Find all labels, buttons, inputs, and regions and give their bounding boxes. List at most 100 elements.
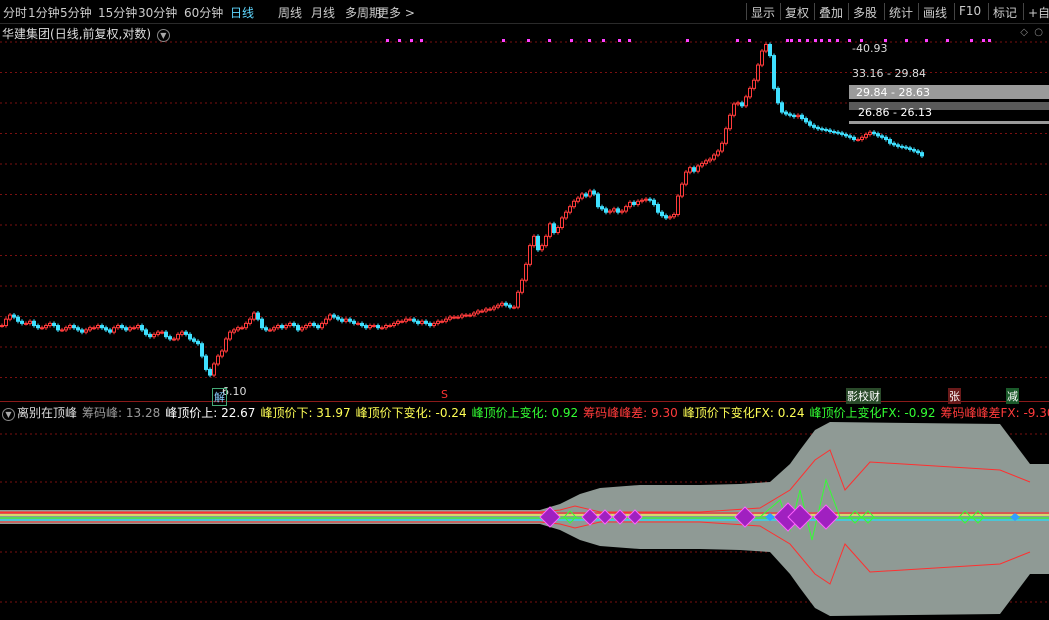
signal-dot <box>905 39 908 42</box>
candle <box>8 312 12 322</box>
signal-dot <box>982 39 985 42</box>
candle <box>820 126 824 132</box>
period-toolbar: 分时 1分钟 5分钟 15分钟 30分钟 60分钟 日线 周线 月线 多周期 更多 > 显示 复权 叠加多… <box>0 0 1049 24</box>
candle <box>284 323 288 330</box>
candle <box>192 336 196 344</box>
signal-dot <box>686 39 689 42</box>
candle <box>568 204 572 215</box>
candle <box>520 278 524 295</box>
toolbar-separator <box>814 3 815 20</box>
candle <box>152 332 156 339</box>
timeframe-8[interactable]: 月线 <box>311 4 335 21</box>
indicator-value-1: 峰顶价上: 22.67 <box>165 406 256 420</box>
candle <box>428 321 432 328</box>
candle <box>232 327 236 335</box>
candle <box>244 321 248 330</box>
candle <box>224 336 228 354</box>
timeframe-0[interactable]: 分时 <box>3 4 27 21</box>
tool-6[interactable]: F10 <box>959 4 981 18</box>
candle <box>308 321 312 328</box>
candle <box>612 206 616 214</box>
toolbar-separator <box>848 3 849 20</box>
candle <box>764 42 768 54</box>
pane-divider[interactable] <box>0 401 1049 402</box>
candle <box>128 325 132 333</box>
candle <box>60 327 64 333</box>
candle <box>916 148 920 155</box>
timeframe-3[interactable]: 15分钟 <box>98 4 137 21</box>
candle <box>32 319 36 328</box>
candle <box>240 325 244 330</box>
candle <box>156 330 160 337</box>
signal-dot <box>527 39 530 42</box>
candle <box>552 221 556 235</box>
tool-1[interactable]: 复权 <box>785 4 809 21</box>
signal-dot <box>602 39 605 42</box>
tool-7[interactable]: 标记 <box>993 4 1017 21</box>
candle <box>516 290 520 310</box>
candle <box>28 319 32 326</box>
candle <box>888 137 892 146</box>
timeframe-7[interactable]: 周线 <box>278 4 302 21</box>
candle <box>80 327 84 335</box>
candle <box>736 100 740 107</box>
timeframe-4[interactable]: 30分钟 <box>138 4 177 21</box>
candle <box>804 116 808 124</box>
timeframe-10[interactable]: 更多 > <box>377 4 415 21</box>
candle <box>52 321 56 328</box>
tag-jian[interactable]: 减 <box>1006 388 1019 404</box>
candle <box>68 323 72 330</box>
candle <box>596 191 600 209</box>
candle <box>376 323 380 330</box>
candle <box>64 325 68 333</box>
candle <box>560 215 564 230</box>
indicator-chart[interactable] <box>0 420 1049 620</box>
tool-0[interactable]: 显示 <box>751 4 775 21</box>
candle <box>712 152 716 162</box>
timeframe-9[interactable]: 多周期 <box>345 4 381 21</box>
candle <box>880 133 884 140</box>
tag-jie[interactable]: 解 <box>212 388 227 406</box>
tool-2[interactable]: 叠加 <box>819 4 843 21</box>
timeframe-6[interactable]: 日线 <box>230 4 254 21</box>
candle <box>680 182 684 199</box>
candle <box>140 323 144 333</box>
tool-3[interactable]: 多股 <box>853 4 877 21</box>
candle <box>904 145 908 151</box>
candle <box>780 100 784 115</box>
tag-zhang[interactable]: 张 <box>948 388 961 404</box>
candle <box>204 354 208 372</box>
price-chart[interactable]: -40.936.1033.16 - 29.8429.84 - 28.6326.8… <box>0 24 1049 401</box>
signal-dot <box>820 39 823 42</box>
tool-8[interactable]: +自 <box>1028 4 1049 21</box>
timeframe-5[interactable]: 60分钟 <box>184 4 223 21</box>
tool-5[interactable]: 画线 <box>923 4 947 21</box>
candle <box>844 132 848 138</box>
candle <box>808 119 812 128</box>
candle <box>48 321 52 328</box>
tag-s[interactable]: S <box>440 388 449 401</box>
timeframe-1[interactable]: 1分钟 <box>28 4 60 21</box>
candle <box>392 321 396 328</box>
indicator-value-3: 峰顶价下变化: -0.24 <box>355 406 467 420</box>
candle <box>460 312 464 320</box>
tool-4[interactable]: 统计 <box>889 4 913 21</box>
timeframe-2[interactable]: 5分钟 <box>60 4 92 21</box>
tag-yinglicai[interactable]: 影校财 <box>846 388 881 404</box>
candle <box>76 325 80 333</box>
candle <box>504 301 508 308</box>
signal-dot <box>798 39 801 42</box>
candle <box>792 113 796 119</box>
candle <box>716 148 720 158</box>
candle <box>120 323 124 330</box>
indicator-name[interactable]: 离别在顶峰 <box>17 406 77 420</box>
indicator-value-0: 筹码峰: 13.28 <box>82 406 161 420</box>
candle <box>600 204 604 211</box>
candle <box>252 310 256 322</box>
candle <box>320 321 324 330</box>
candle <box>740 100 744 108</box>
candle <box>548 221 552 239</box>
candle <box>268 327 272 333</box>
candle <box>368 323 372 330</box>
candle <box>464 312 468 318</box>
